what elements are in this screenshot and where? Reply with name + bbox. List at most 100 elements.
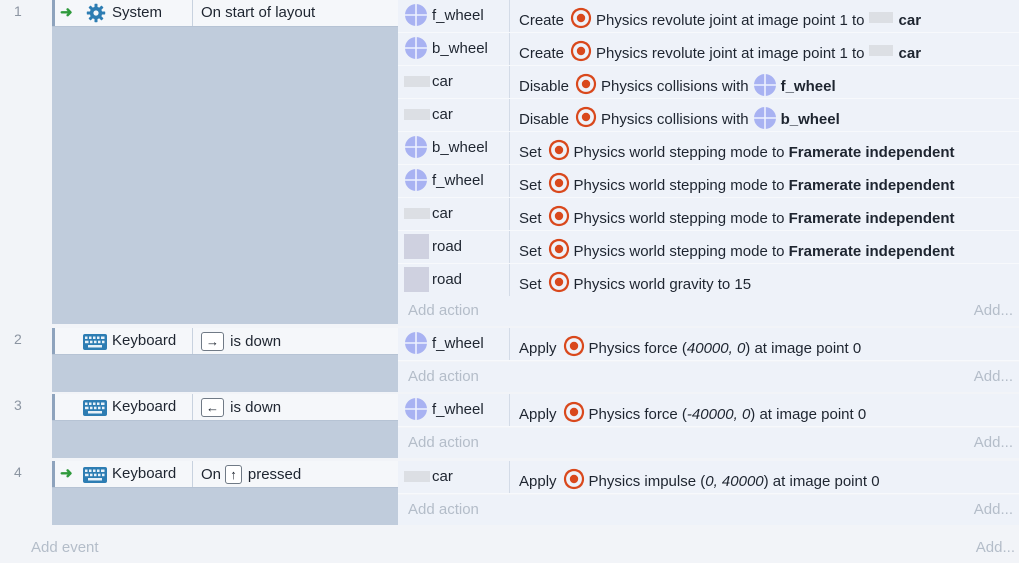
action-object-cell[interactable]: f_wheel: [398, 165, 510, 197]
action-verb: Disable: [519, 78, 570, 95]
key-icon: ↑: [225, 465, 242, 484]
condition-text[interactable]: → is down: [201, 332, 281, 351]
behavior-name: Physics: [573, 177, 626, 194]
action-text[interactable]: Disable Physics collisions with b_wheel: [519, 106, 840, 134]
add-action-link[interactable]: Add action: [408, 434, 479, 451]
condition[interactable]: ➜ Keyboard On ↑ pressed: [52, 461, 398, 488]
action-object-cell[interactable]: road: [398, 264, 510, 296]
action-row[interactable]: car Apply Physics impulse (0, 40000) at im…: [398, 461, 1019, 494]
action-row[interactable]: b_wheel Create Physics revolute joint at i…: [398, 33, 1019, 66]
action-row[interactable]: road Set Physics world gravity to 15: [398, 264, 1019, 297]
event-row: 2 Keyboard → is down f_wheel Apply Physics fo…: [0, 328, 1019, 392]
condition-block[interactable]: ➜ System On start of layout: [52, 0, 398, 324]
add-action-row[interactable]: Add action Add...: [398, 428, 1019, 458]
action-text[interactable]: Set Physics world gravity to 15: [519, 271, 751, 297]
condition[interactable]: Keyboard ← is down: [52, 394, 398, 421]
event-margin: [52, 0, 55, 26]
action-row[interactable]: car Disable Physics collisions with b_wheel: [398, 99, 1019, 132]
action-object-cell[interactable]: b_wheel: [398, 132, 510, 164]
action-object-name: f_wheel: [432, 7, 484, 24]
action-text[interactable]: Create Physics revolute joint at image po…: [519, 40, 921, 66]
action-object-cell[interactable]: f_wheel: [398, 0, 510, 32]
add-action-link[interactable]: Add action: [408, 302, 479, 319]
condition-block[interactable]: ➜ Keyboard On ↑ pressed: [52, 461, 398, 525]
actions-block: f_wheel Create Physics revolute joint at i…: [398, 0, 1019, 326]
add-event-more-link[interactable]: Add...: [976, 539, 1015, 556]
action-row[interactable]: f_wheel Apply Physics force (-40000, 0) at…: [398, 394, 1019, 427]
action-row[interactable]: f_wheel Apply Physics force (40000, 0) at …: [398, 328, 1019, 361]
condition[interactable]: ➜ System On start of layout: [52, 0, 398, 27]
behavior-name: Physics: [573, 210, 626, 227]
add-action-row[interactable]: Add action Add...: [398, 362, 1019, 392]
keyboard-icon: [83, 400, 107, 420]
action-row[interactable]: car Set Physics world stepping mode to Fra…: [398, 198, 1019, 231]
condition-block[interactable]: Keyboard → is down: [52, 328, 398, 392]
physics-behavior-icon: [575, 73, 597, 99]
car-sprite-icon: [404, 109, 430, 120]
action-object-cell[interactable]: car: [398, 198, 510, 230]
action-object-cell[interactable]: f_wheel: [398, 328, 510, 360]
action-text[interactable]: Set Physics world stepping mode to Framer…: [519, 172, 955, 198]
condition[interactable]: Keyboard → is down: [52, 328, 398, 355]
action-verb: Set: [519, 243, 542, 260]
wheel-icon: [753, 106, 777, 134]
wheel-icon: [404, 135, 428, 163]
condition-separator: [192, 328, 193, 354]
action-text[interactable]: Apply Physics force (40000, 0) at image p…: [519, 335, 861, 361]
behavior-name: Physics: [573, 243, 626, 260]
action-object-name: road: [432, 271, 463, 288]
action-row[interactable]: b_wheel Set Physics world stepping mode to…: [398, 132, 1019, 165]
add-more-link[interactable]: Add...: [974, 434, 1013, 451]
action-description: world gravity to 15: [629, 276, 752, 293]
condition-separator: [192, 461, 193, 487]
action-object-cell[interactable]: car: [398, 461, 510, 493]
action-object-cell[interactable]: f_wheel: [398, 394, 510, 426]
action-text[interactable]: Set Physics world stepping mode to Framer…: [519, 139, 955, 165]
condition-text[interactable]: On start of layout: [201, 4, 315, 21]
car-sprite-icon: [404, 471, 430, 482]
action-text[interactable]: Apply Physics impulse (0, 40000) at image…: [519, 468, 880, 494]
condition-label: is down: [230, 333, 282, 350]
add-action-link[interactable]: Add action: [408, 368, 479, 385]
behavior-name: Physics: [596, 12, 648, 29]
action-text[interactable]: Apply Physics force (-40000, 0) at image …: [519, 401, 866, 427]
condition-separator: [192, 0, 193, 26]
add-event-link[interactable]: Add event: [31, 539, 99, 556]
action-text[interactable]: Create Physics revolute joint at image po…: [519, 7, 921, 33]
physics-behavior-icon: [548, 172, 570, 198]
behavior-name: Physics: [601, 78, 653, 95]
action-description: world stepping mode to: [629, 177, 785, 194]
action-target: Framerate independent: [788, 243, 955, 260]
gear-icon: [86, 3, 106, 27]
wheel-icon: [404, 397, 428, 425]
actions-block: f_wheel Apply Physics force (-40000, 0) at…: [398, 394, 1019, 458]
add-action-row[interactable]: Add action Add...: [398, 495, 1019, 525]
action-object-cell[interactable]: car: [398, 66, 510, 98]
action-object-cell[interactable]: b_wheel: [398, 33, 510, 65]
action-text[interactable]: Disable Physics collisions with f_wheel: [519, 73, 836, 101]
add-more-link[interactable]: Add...: [974, 302, 1013, 319]
condition-block[interactable]: Keyboard ← is down: [52, 394, 398, 458]
wheel-icon: [753, 73, 777, 101]
action-text[interactable]: Set Physics world stepping mode to Framer…: [519, 205, 955, 231]
car-sprite-icon: [868, 12, 893, 23]
action-row[interactable]: car Disable Physics collisions with f_wheel: [398, 66, 1019, 99]
action-target: Framerate independent: [788, 177, 955, 194]
action-text[interactable]: Set Physics world stepping mode to Framer…: [519, 238, 955, 264]
add-more-link[interactable]: Add...: [974, 501, 1013, 518]
action-row[interactable]: f_wheel Create Physics revolute joint at i…: [398, 0, 1019, 33]
condition-text[interactable]: On ↑ pressed: [201, 465, 301, 484]
condition-prefix: On: [201, 466, 222, 483]
action-verb: Set: [519, 276, 542, 293]
action-verb: Set: [519, 177, 542, 194]
add-more-link[interactable]: Add...: [974, 368, 1013, 385]
action-object-cell[interactable]: car: [398, 99, 510, 131]
add-action-row[interactable]: Add action Add...: [398, 296, 1019, 326]
action-object-cell[interactable]: road: [398, 231, 510, 263]
event-number: 1: [14, 3, 22, 19]
condition-object-name: Keyboard: [112, 398, 177, 415]
condition-text[interactable]: ← is down: [201, 398, 281, 417]
add-action-link[interactable]: Add action: [408, 501, 479, 518]
action-row[interactable]: f_wheel Set Physics world stepping mode to…: [398, 165, 1019, 198]
action-row[interactable]: road Set Physics world stepping mode to Fr…: [398, 231, 1019, 264]
